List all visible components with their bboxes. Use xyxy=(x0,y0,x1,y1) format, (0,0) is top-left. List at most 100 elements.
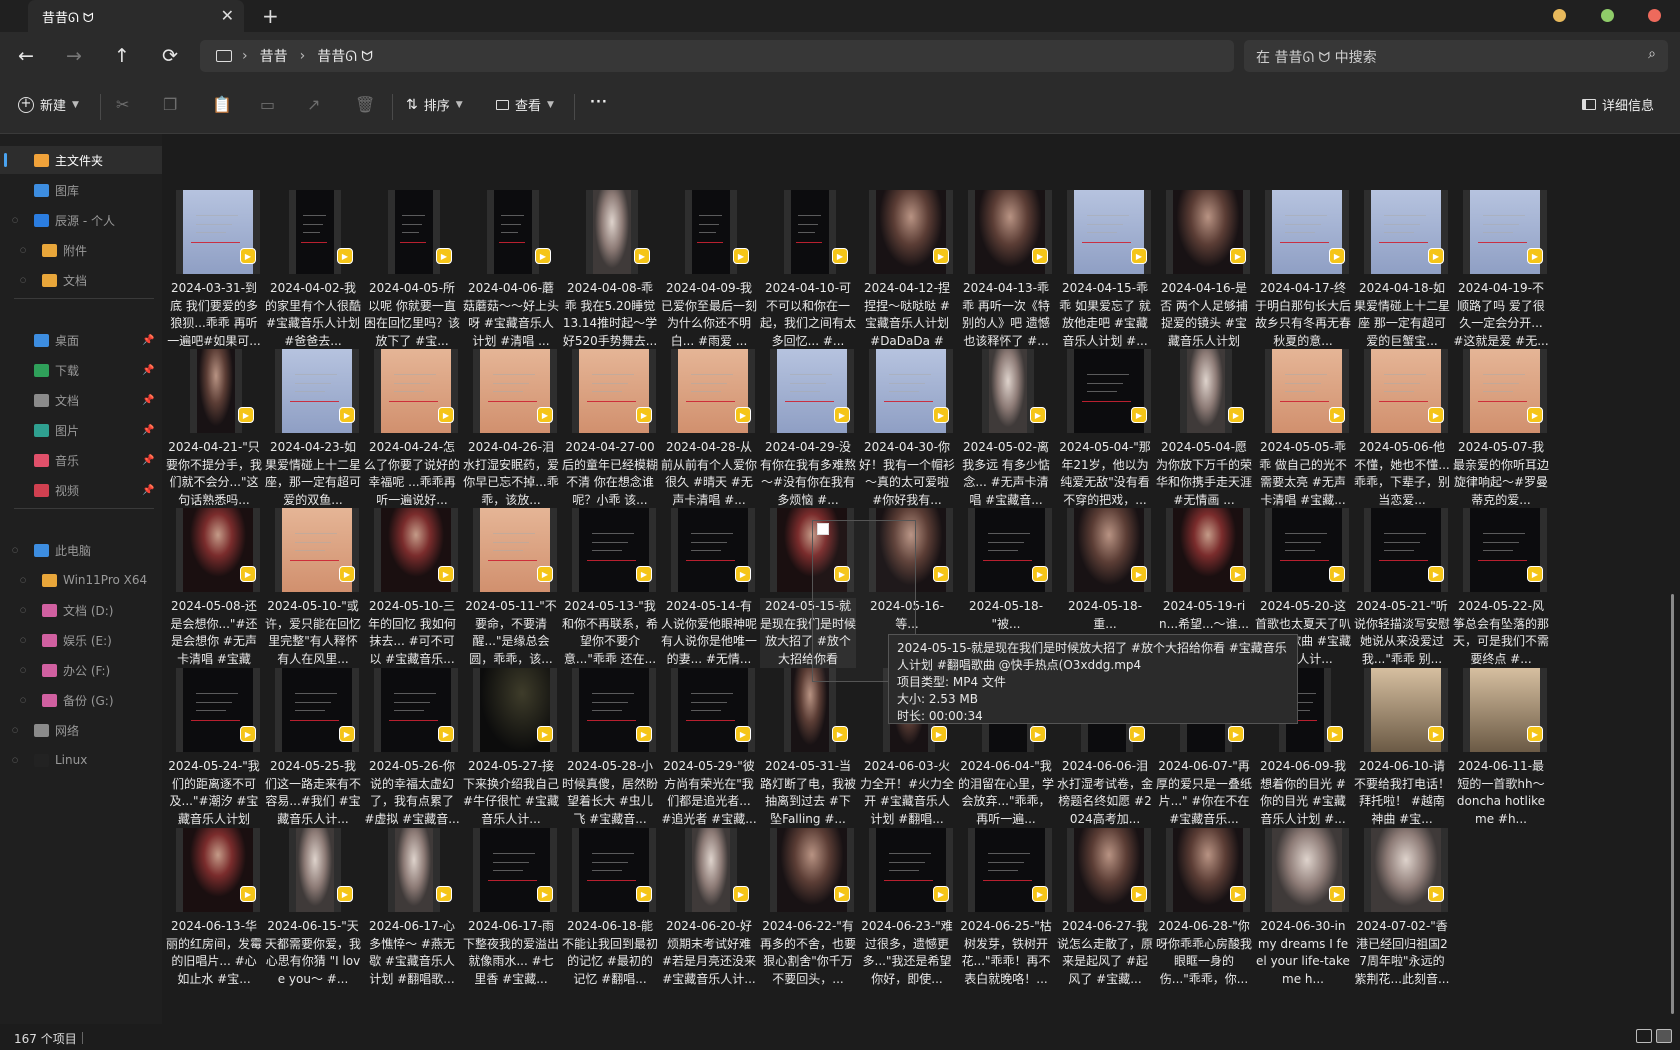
file-tile[interactable]: ▶ 2024-04-05-所以呢 你就要一直困在回忆里吗？该放下了 #宝... xyxy=(362,186,462,356)
file-tile[interactable]: ▶ 2024-04-10-可不可以和你在一起，我们之间有太多回忆... #... xyxy=(758,186,858,356)
file-tile[interactable]: ▶ 2024-06-10-请不要给我打电话！拜托啦！ #越南神曲 #宝... xyxy=(1352,664,1452,834)
pin-icon[interactable]: 📌 xyxy=(142,485,154,496)
minimize-button[interactable] xyxy=(1553,9,1566,22)
chevron-right-icon[interactable]: › xyxy=(242,48,248,64)
file-tile[interactable]: ▶ 2024-06-15-"天天都需要你爱，我心思有你猜 "I love you～… xyxy=(263,824,363,994)
file-tile[interactable]: ▶ 2024-06-23-"难过很多，遗憾更多..."我还是希望你好，即使... xyxy=(857,824,957,994)
sidebar-item[interactable]: ○ 办公 (F:) xyxy=(0,656,162,684)
details-pane-button[interactable]: 详细信息 xyxy=(1582,95,1654,114)
paste-icon[interactable]: 📋 xyxy=(212,95,232,114)
file-tile[interactable]: ▶ 2024-05-28-小时候真傻，居然盼望着长大 #虫儿飞 #宝藏音... xyxy=(560,664,660,834)
file-tile[interactable]: ▶ 2024-05-13-"我和你不再联系，希望你不要介意..."乖乖 还在... xyxy=(560,504,660,674)
expand-icon[interactable]: ○ xyxy=(20,696,26,704)
file-tile[interactable]: ▶ 2024-04-29-没有你在我有多难熬～#没有你在我有多烦恼 #... xyxy=(758,345,858,515)
sidebar-item[interactable]: 音乐 📌 xyxy=(0,446,162,474)
file-tile[interactable]: ▶ 2024-05-29-"彼方尚有荣光在"我们都是追光者... #追光者 #宝藏… xyxy=(659,664,759,834)
file-tile[interactable]: ▶ 2024-04-30-你好！我有一个帽衫～真的太可爱啦 #你好我有... xyxy=(857,345,957,515)
file-tile[interactable]: ▶ 2024-05-02-离我多远 有多少惦念... #无声卡清唱 #宝藏音... xyxy=(956,345,1056,515)
sidebar-item[interactable]: 文档 📌 xyxy=(0,386,162,414)
sidebar-item[interactable]: 图库 xyxy=(0,176,162,204)
sidebar-item[interactable]: ○ 网络 xyxy=(0,716,162,744)
expand-icon[interactable]: ○ xyxy=(20,636,26,644)
expand-icon[interactable]: ○ xyxy=(12,726,18,734)
breadcrumb-item-parent[interactable]: 昔昔 xyxy=(260,46,288,66)
pin-icon[interactable]: 📌 xyxy=(142,455,154,466)
sidebar-item[interactable]: ○ Linux xyxy=(0,746,162,774)
file-tile[interactable]: ▶ 2024-04-15-乖乖 如果爱忘了 就放他走吧 #宝藏音乐人计划 #... xyxy=(1055,186,1155,356)
expand-icon[interactable]: ○ xyxy=(20,576,26,584)
refresh-icon[interactable]: ⟳ xyxy=(156,42,184,70)
file-tile[interactable]: ▶ 2024-04-13-乖乖 再听一次《特别的人》吧 遗憾也该释怀了 #... xyxy=(956,186,1056,356)
file-tile[interactable]: ▶ 2024-05-21-"听说你轻描淡写安慰她说从来没爱过我..."乖乖 别..… xyxy=(1352,504,1452,674)
expand-icon[interactable]: ○ xyxy=(20,666,26,674)
file-tile[interactable]: ▶ 2024-05-10-"或许，爱只能在回忆里完整"有人释怀 有人在风里... xyxy=(263,504,363,674)
breadcrumb-item-current[interactable]: 昔昔ᘏ ᗢ xyxy=(317,46,373,66)
sidebar-item[interactable]: ○ 附件 xyxy=(0,236,162,264)
expand-icon[interactable]: ○ xyxy=(20,246,26,254)
back-arrow-icon[interactable]: ← xyxy=(12,42,40,70)
delete-icon[interactable]: 🗑 xyxy=(355,95,375,114)
close-window-button[interactable] xyxy=(1648,9,1661,22)
sidebar-item[interactable]: 视频 📌 xyxy=(0,476,162,504)
file-tile[interactable]: ▶ 2024-06-17-心多憔悴～ #燕无歇 #宝藏音乐人计划 #翻唱歌... xyxy=(362,824,462,994)
more-options-icon[interactable]: ··· xyxy=(590,95,608,110)
file-tile[interactable]: ▶ 2024-05-10-三年的回忆 我如何抹去... #可不可以 #宝藏音乐..… xyxy=(362,504,462,674)
view-button[interactable]: 查看 ▼ xyxy=(496,95,554,114)
rename-icon[interactable]: ▭ xyxy=(260,95,275,114)
file-tile[interactable]: ▶ 2024-04-19-不顺路了吗 爱了很久一定会分开... #这就是爱 #无.… xyxy=(1451,186,1551,356)
search-input[interactable]: 在 昔昔ᘏ ᗢ 中搜索 ⌕ xyxy=(1244,40,1668,72)
pin-icon[interactable]: 📌 xyxy=(142,425,154,436)
pin-icon[interactable]: 📌 xyxy=(142,395,154,406)
file-tile[interactable]: ▶ 2024-03-31-到底 我们要爱的多狼狈...乖乖 再听一遍吧#如果可..… xyxy=(164,186,264,356)
cut-icon[interactable]: ✂ xyxy=(116,95,129,114)
file-tile[interactable]: ▶ 2024-05-27-接下来换介绍我自己 #牛仔很忙 #宝藏音乐人计... xyxy=(461,664,561,834)
pin-icon[interactable]: 📌 xyxy=(142,335,154,346)
file-tile[interactable]: ▶ 2024-05-11-"不要命，不要清醒..."是缘总会圆，乖乖，该... xyxy=(461,504,561,674)
file-tile[interactable]: ▶ 2024-05-04-愿为你放下万千的荣华和你携手走天涯 #无情画 ... xyxy=(1154,345,1254,515)
file-tile[interactable]: ▶ 2024-04-26-泪水打湿安眠药，爱你早已忘不掉...乖乖，该放... xyxy=(461,345,561,515)
file-tile[interactable]: ▶ 2024-06-25-"枯树发芽，铁树开花..."乖乖！再不表白就晚咯！... xyxy=(956,824,1056,994)
file-tile[interactable]: ▶ 2024-06-30-in my dreams I feel your lif… xyxy=(1253,824,1353,994)
file-tile[interactable]: ▶ 2024-05-26-你说的幸福太虚幻了，我有点累了 #虚拟 #宝藏音... xyxy=(362,664,462,834)
file-tile[interactable]: ▶ 2024-05-22-风筝总会有坠落的那天，可是我们不需要终点 #... xyxy=(1451,504,1551,674)
chevron-right-icon[interactable]: › xyxy=(300,48,306,64)
sidebar-item[interactable]: ○ 辰源 - 个人 xyxy=(0,206,162,234)
expand-icon[interactable]: ○ xyxy=(12,756,18,764)
expand-icon[interactable]: ○ xyxy=(12,546,18,554)
file-tile[interactable]: ▶ 2024-05-04-"那年21岁，他以为纯爱无敌"没有看不穿的把戏，... xyxy=(1055,345,1155,515)
details-view-icon[interactable] xyxy=(1636,1029,1652,1043)
file-tile[interactable]: ▶ 2024-04-09-我已爱你至最后一刻 为什么你还不明白... #雨爱 ..… xyxy=(659,186,759,356)
tiles-view-icon[interactable] xyxy=(1656,1029,1672,1043)
sidebar-item[interactable]: 下载 📌 xyxy=(0,356,162,384)
file-tile[interactable]: ▶ 2024-07-02-"香港已经回归祖国27周年啦"永远的紫荆花...此刻音.… xyxy=(1352,824,1452,994)
file-tile[interactable]: ▶ 2024-05-05-乖乖 做自己的光不需要太亮 #无声卡清唱 #宝藏... xyxy=(1253,345,1353,515)
sidebar-item[interactable]: ○ 文档 (D:) xyxy=(0,596,162,624)
share-icon[interactable]: ↗ xyxy=(307,95,320,114)
file-tile[interactable]: ▶ 2024-06-20-好烦期末考试好难 #若是月亮还没来 #宝藏音乐人计... xyxy=(659,824,759,994)
file-tile[interactable]: ▶ 2024-05-07-我最亲爱的你听耳边旋律响起～#罗曼蒂克的爱... xyxy=(1451,345,1551,515)
new-button[interactable]: + 新建 ▼ xyxy=(18,95,79,114)
file-tile[interactable]: ▶ 2024-04-23-如果爱情碰上十二星座，那一定有超可爱的双鱼... xyxy=(263,345,363,515)
file-tile[interactable]: ▶ 2024-06-22-"有再多的不舍，也要狠心割舍"你千万不要回头，... xyxy=(758,824,858,994)
sidebar-item[interactable]: ○ 备份 (G:) xyxy=(0,686,162,714)
file-tile[interactable]: ▶ 2024-04-18-如果爱情碰上十二星座 那一定有超可爱的巨蟹宝... xyxy=(1352,186,1452,356)
expand-icon[interactable]: ○ xyxy=(20,276,26,284)
file-tile[interactable]: ▶ 2024-04-17-终于明白那句长大后故乡只有冬再无春秋夏的意... xyxy=(1253,186,1353,356)
file-tile[interactable]: ▶ 2024-04-24-怎么了你要了说好的幸福呢 ...乖乖再听一遍说好... xyxy=(362,345,462,515)
close-tab-icon[interactable]: ✕ xyxy=(221,6,234,25)
file-tile[interactable]: ▶ 2024-05-08-还是会想你..."#还是会想你 #无声卡清唱 #宝藏音.… xyxy=(164,504,264,674)
sidebar-item[interactable]: ○ 娱乐 (E:) xyxy=(0,626,162,654)
file-tile[interactable]: ▶ 2024-05-14-有人说你爱他眼神呢 有人说你是他唯一的妻... #无情.… xyxy=(659,504,759,674)
sort-button[interactable]: ⇅ 排序 ▼ xyxy=(406,95,463,115)
breadcrumb[interactable]: › 昔昔 › 昔昔ᘏ ᗢ xyxy=(200,40,1234,72)
sidebar-item[interactable]: 主文件夹 xyxy=(0,146,162,174)
file-tile[interactable]: ▶ 2024-04-12-捏捏捏～哒哒哒 #宝藏音乐人计划 #DaDaDa #快.… xyxy=(857,186,957,356)
file-tile[interactable]: ▶ 2024-05-25-我们这一路走来有不容易...#我们 #宝藏音乐人计... xyxy=(263,664,363,834)
sidebar-item[interactable]: ○ 此电脑 xyxy=(0,536,162,564)
file-tile[interactable]: ▶ 2024-06-18-能不能让我回到最初的记忆 #最初的记忆 #翻唱... xyxy=(560,824,660,994)
expand-icon[interactable]: ○ xyxy=(12,216,18,224)
expand-icon[interactable]: ○ xyxy=(20,606,26,614)
forward-arrow-icon[interactable]: → xyxy=(60,42,88,70)
file-tile[interactable]: ▶ 2024-04-27-00后的童年已经模糊不清 你在想念谁呢？小乖 该... xyxy=(560,345,660,515)
monitor-icon[interactable] xyxy=(216,50,232,62)
